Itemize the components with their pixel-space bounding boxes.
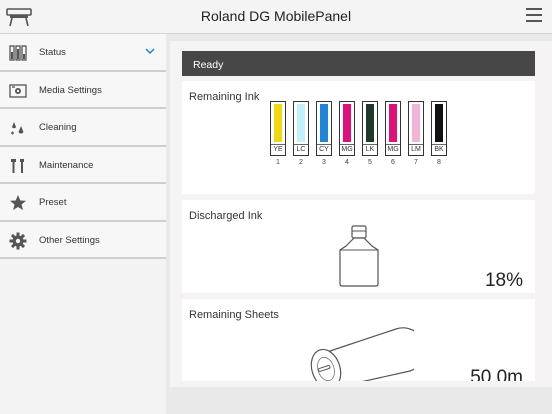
status-bar: Ready bbox=[182, 51, 535, 76]
ink-cartridges-icon bbox=[9, 45, 27, 61]
ink-code: YE bbox=[271, 144, 285, 155]
ink-level-fill bbox=[435, 104, 443, 142]
star-icon bbox=[10, 195, 26, 210]
ink-cartridge: MG bbox=[339, 101, 355, 156]
discharged-ink-card: Discharged Ink 18% bbox=[182, 200, 535, 293]
ink-code: CY bbox=[317, 144, 331, 155]
content-bottom-edge bbox=[170, 381, 552, 387]
status-content: Ready Remaining Ink YE LC CY MG LK MG LM… bbox=[170, 41, 552, 381]
sidebar-item-label: Cleaning bbox=[39, 122, 77, 133]
sidebar-item-media-settings[interactable]: Media Settings bbox=[0, 71, 166, 109]
ink-cartridge: BK bbox=[431, 101, 447, 156]
ink-level-fill bbox=[320, 104, 328, 142]
ink-level-fill bbox=[297, 104, 305, 142]
remaining-sheets-value: 50.0m bbox=[470, 367, 523, 381]
ink-slot-number: 6 bbox=[391, 159, 395, 166]
app-header: Roland DG MobilePanel bbox=[0, 0, 552, 34]
ink-code: BK bbox=[432, 144, 446, 155]
sidebar-item-label: Maintenance bbox=[39, 159, 94, 171]
cleaning-drops-icon bbox=[11, 122, 24, 135]
chevron-down-icon bbox=[145, 48, 155, 55]
ink-cartridge: LM bbox=[408, 101, 424, 156]
discharged-ink-percent: 18% bbox=[484, 270, 523, 291]
ink-slot-number: 1 bbox=[276, 159, 280, 166]
drain-bottle-icon bbox=[339, 225, 379, 287]
media-roll-icon bbox=[310, 327, 414, 381]
ink-level-fill bbox=[343, 104, 351, 142]
ink-slot-number: 3 bbox=[322, 159, 326, 166]
ink-level-fill bbox=[389, 104, 397, 142]
sidebar-item-label: Status bbox=[39, 47, 66, 58]
ink-level-fill bbox=[412, 104, 420, 142]
ink-level-fill bbox=[274, 104, 282, 142]
sidebar-item-label: Other Settings bbox=[39, 234, 100, 246]
ink-code: MG bbox=[340, 144, 354, 153]
ink-level-fill bbox=[366, 104, 374, 142]
ink-cartridge: LK bbox=[362, 101, 378, 156]
ink-slot-number: 8 bbox=[437, 159, 441, 166]
sidebar-item-label: Media Settings bbox=[39, 84, 102, 96]
ink-slot-number: 5 bbox=[368, 159, 372, 166]
ink-cartridge: LC bbox=[293, 101, 309, 156]
ink-cartridge: YE bbox=[270, 101, 286, 156]
ink-cartridge: MG bbox=[385, 101, 401, 156]
ink-code: MG bbox=[386, 144, 400, 153]
remaining-ink-title: Remaining Ink bbox=[189, 91, 260, 103]
ink-code: LC bbox=[294, 144, 308, 155]
ink-slot-number: 4 bbox=[345, 159, 349, 166]
remaining-sheets-title: Remaining Sheets bbox=[189, 309, 279, 321]
sidebar-item-label: Preset bbox=[39, 197, 67, 208]
ink-code: LK bbox=[363, 144, 377, 155]
media-settings-icon bbox=[9, 83, 27, 98]
remaining-sheets-card: Remaining Sheets 50.0m bbox=[182, 299, 535, 381]
discharged-ink-title: Discharged Ink bbox=[189, 210, 263, 222]
hamburger-menu-icon[interactable] bbox=[526, 8, 542, 24]
app-title: Roland DG MobilePanel bbox=[200, 8, 352, 24]
ink-slot-number: 7 bbox=[414, 159, 418, 166]
tools-icon bbox=[11, 158, 24, 173]
sidebar: Status Media Settings Cleaning Maintenan… bbox=[0, 34, 166, 414]
sidebar-item-preset[interactable]: Preset bbox=[0, 184, 166, 222]
remaining-ink-card: Remaining Ink YE LC CY MG LK MG LM BK 1 … bbox=[182, 81, 535, 194]
ink-slot-number: 2 bbox=[299, 159, 303, 166]
sidebar-item-cleaning[interactable]: Cleaning bbox=[0, 109, 166, 147]
sidebar-item-status[interactable]: Status bbox=[0, 34, 166, 72]
ink-cartridge: CY bbox=[316, 101, 332, 156]
ink-code: LM bbox=[409, 144, 423, 155]
app-root: Roland DG MobilePanel Status Media Setti… bbox=[0, 0, 552, 414]
gear-icon bbox=[9, 232, 27, 249]
sidebar-item-maintenance[interactable]: Maintenance bbox=[0, 146, 166, 184]
sidebar-item-other-settings[interactable]: Other Settings bbox=[0, 221, 166, 259]
